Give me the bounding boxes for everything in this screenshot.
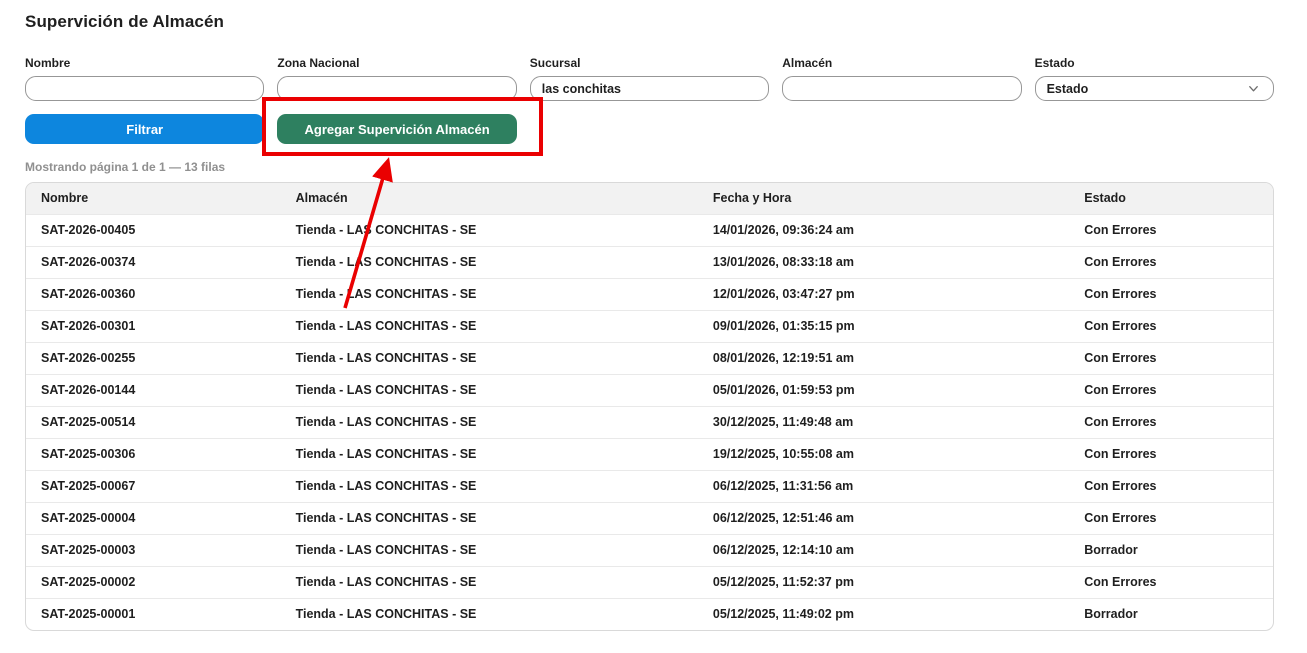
sucursal-label: Sucursal: [530, 56, 769, 70]
filter-bar: Nombre Zona Nacional Sucursal Almacén Es…: [25, 56, 1274, 101]
table-cell-estado: Borrador: [1069, 598, 1273, 630]
zona-nacional-label: Zona Nacional: [277, 56, 516, 70]
table-cell-estado: Con Errores: [1069, 278, 1273, 310]
table-cell-fecha: 13/01/2026, 08:33:18 am: [698, 246, 1069, 278]
agregar-supervicion-button[interactable]: Agregar Supervición Almacén: [277, 114, 516, 144]
table-cell-almacen: Tienda - LAS CONCHITAS - SE: [281, 406, 698, 438]
chevron-down-icon: [1247, 82, 1260, 95]
table-cell-nombre: SAT-2026-00405: [26, 214, 281, 246]
table-cell-fecha: 09/01/2026, 01:35:15 pm: [698, 310, 1069, 342]
table-cell-almacen: Tienda - LAS CONCHITAS - SE: [281, 438, 698, 470]
table-cell-estado: Con Errores: [1069, 214, 1273, 246]
table-cell-almacen: Tienda - LAS CONCHITAS - SE: [281, 278, 698, 310]
table-cell-nombre: SAT-2025-00067: [26, 470, 281, 502]
table-cell-almacen: Tienda - LAS CONCHITAS - SE: [281, 470, 698, 502]
table-cell-fecha: 12/01/2026, 03:47:27 pm: [698, 278, 1069, 310]
table-cell-nombre: SAT-2026-00144: [26, 374, 281, 406]
main-content: Supervición de Almacén Nombre Zona Nacio…: [25, 0, 1274, 631]
table-cell-nombre: SAT-2025-00306: [26, 438, 281, 470]
almacen-label: Almacén: [782, 56, 1021, 70]
table-cell-nombre: SAT-2026-00360: [26, 278, 281, 310]
table-row[interactable]: SAT-2026-00360Tienda - LAS CONCHITAS - S…: [26, 278, 1273, 310]
table-cell-estado: Con Errores: [1069, 310, 1273, 342]
table-cell-almacen: Tienda - LAS CONCHITAS - SE: [281, 310, 698, 342]
table-cell-estado: Con Errores: [1069, 374, 1273, 406]
table-cell-estado: Con Errores: [1069, 342, 1273, 374]
table-cell-almacen: Tienda - LAS CONCHITAS - SE: [281, 502, 698, 534]
table-row[interactable]: SAT-2025-00306Tienda - LAS CONCHITAS - S…: [26, 438, 1273, 470]
table-cell-almacen: Tienda - LAS CONCHITAS - SE: [281, 342, 698, 374]
filter-field-nombre: Nombre: [25, 56, 264, 101]
header-nombre: Nombre: [26, 183, 281, 214]
pagination-status: Mostrando página 1 de 1 — 13 filas: [25, 160, 1274, 174]
table-cell-estado: Con Errores: [1069, 246, 1273, 278]
table-cell-estado: Con Errores: [1069, 566, 1273, 598]
table-cell-fecha: 08/01/2026, 12:19:51 am: [698, 342, 1069, 374]
table-cell-estado: Borrador: [1069, 534, 1273, 566]
table-row[interactable]: SAT-2026-00374Tienda - LAS CONCHITAS - S…: [26, 246, 1273, 278]
table-row[interactable]: SAT-2026-00144Tienda - LAS CONCHITAS - S…: [26, 374, 1273, 406]
table-cell-nombre: SAT-2026-00301: [26, 310, 281, 342]
table-cell-almacen: Tienda - LAS CONCHITAS - SE: [281, 534, 698, 566]
estado-select-value: Estado: [1047, 82, 1089, 96]
table-cell-nombre: SAT-2026-00374: [26, 246, 281, 278]
filter-field-sucursal: Sucursal: [530, 56, 769, 101]
zona-nacional-input[interactable]: [277, 76, 516, 101]
supervision-table: Nombre Almacén Fecha y Hora Estado SAT-2…: [25, 182, 1274, 631]
table-cell-fecha: 30/12/2025, 11:49:48 am: [698, 406, 1069, 438]
table-row[interactable]: SAT-2026-00405Tienda - LAS CONCHITAS - S…: [26, 214, 1273, 246]
table-row[interactable]: SAT-2026-00301Tienda - LAS CONCHITAS - S…: [26, 310, 1273, 342]
table-row[interactable]: SAT-2025-00514Tienda - LAS CONCHITAS - S…: [26, 406, 1273, 438]
table-cell-nombre: SAT-2025-00004: [26, 502, 281, 534]
table-cell-fecha: 06/12/2025, 11:31:56 am: [698, 470, 1069, 502]
table-cell-almacen: Tienda - LAS CONCHITAS - SE: [281, 214, 698, 246]
table-cell-estado: Con Errores: [1069, 406, 1273, 438]
table-row[interactable]: SAT-2025-00004Tienda - LAS CONCHITAS - S…: [26, 502, 1273, 534]
table-cell-estado: Con Errores: [1069, 502, 1273, 534]
header-fecha-y-hora: Fecha y Hora: [698, 183, 1069, 214]
table-cell-fecha: 06/12/2025, 12:51:46 am: [698, 502, 1069, 534]
action-bar: Filtrar Agregar Supervición Almacén: [25, 114, 1274, 144]
table-row[interactable]: SAT-2025-00003Tienda - LAS CONCHITAS - S…: [26, 534, 1273, 566]
filter-field-estado: Estado Estado: [1035, 56, 1274, 101]
table-cell-nombre: SAT-2025-00002: [26, 566, 281, 598]
nombre-label: Nombre: [25, 56, 264, 70]
nombre-input[interactable]: [25, 76, 264, 101]
estado-select[interactable]: Estado: [1035, 76, 1274, 101]
table-cell-fecha: 14/01/2026, 09:36:24 am: [698, 214, 1069, 246]
header-estado: Estado: [1069, 183, 1273, 214]
page-title: Supervición de Almacén: [25, 12, 1274, 32]
table-body: SAT-2026-00405Tienda - LAS CONCHITAS - S…: [26, 214, 1273, 630]
filter-field-zona-nacional: Zona Nacional: [277, 56, 516, 101]
table-cell-nombre: SAT-2026-00255: [26, 342, 281, 374]
estado-label: Estado: [1035, 56, 1274, 70]
table-cell-estado: Con Errores: [1069, 438, 1273, 470]
sucursal-input[interactable]: [530, 76, 769, 101]
table-cell-almacen: Tienda - LAS CONCHITAS - SE: [281, 374, 698, 406]
table-row[interactable]: SAT-2025-00002Tienda - LAS CONCHITAS - S…: [26, 566, 1273, 598]
filter-field-almacen: Almacén: [782, 56, 1021, 101]
filtrar-button[interactable]: Filtrar: [25, 114, 264, 144]
table-cell-almacen: Tienda - LAS CONCHITAS - SE: [281, 598, 698, 630]
table-row[interactable]: SAT-2025-00067Tienda - LAS CONCHITAS - S…: [26, 470, 1273, 502]
almacen-input[interactable]: [782, 76, 1021, 101]
table-cell-fecha: 05/12/2025, 11:49:02 pm: [698, 598, 1069, 630]
table-cell-nombre: SAT-2025-00001: [26, 598, 281, 630]
table-row[interactable]: SAT-2026-00255Tienda - LAS CONCHITAS - S…: [26, 342, 1273, 374]
table-cell-fecha: 06/12/2025, 12:14:10 am: [698, 534, 1069, 566]
table-cell-fecha: 05/01/2026, 01:59:53 pm: [698, 374, 1069, 406]
table-cell-almacen: Tienda - LAS CONCHITAS - SE: [281, 246, 698, 278]
table-cell-nombre: SAT-2025-00003: [26, 534, 281, 566]
table-cell-almacen: Tienda - LAS CONCHITAS - SE: [281, 566, 698, 598]
table-header-row: Nombre Almacén Fecha y Hora Estado: [26, 183, 1273, 214]
header-almacen: Almacén: [281, 183, 698, 214]
table-cell-fecha: 05/12/2025, 11:52:37 pm: [698, 566, 1069, 598]
table-cell-fecha: 19/12/2025, 10:55:08 am: [698, 438, 1069, 470]
table-cell-estado: Con Errores: [1069, 470, 1273, 502]
table-cell-nombre: SAT-2025-00514: [26, 406, 281, 438]
table-row[interactable]: SAT-2025-00001Tienda - LAS CONCHITAS - S…: [26, 598, 1273, 630]
